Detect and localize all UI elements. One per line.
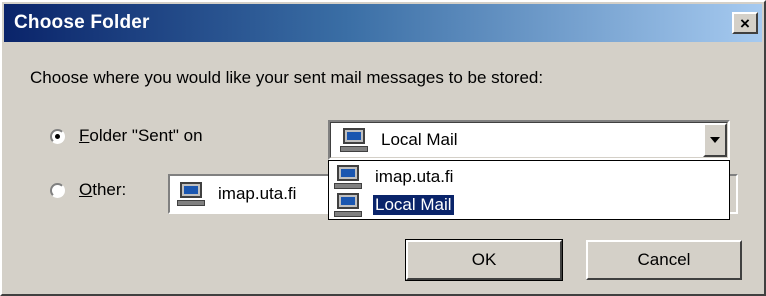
other-folder-field[interactable]: imap.uta.fi <box>168 174 330 214</box>
radio-folder-sent-indicator[interactable] <box>50 128 65 144</box>
title-bar[interactable]: Choose Folder × <box>4 4 762 42</box>
radio-other[interactable]: Other: <box>50 180 126 200</box>
radio-folder-sent[interactable]: Folder "Sent" on <box>50 126 203 146</box>
cancel-button[interactable]: Cancel <box>586 240 742 280</box>
dropdown-button[interactable] <box>703 123 727 157</box>
computer-icon <box>333 164 363 190</box>
window-title: Choose Folder <box>14 12 150 33</box>
other-folder-value: imap.uta.fi <box>218 184 297 203</box>
dropdown-list[interactable]: imap.uta.fi Local Mail <box>328 160 730 220</box>
prompt-text: Choose where you would like your sent ma… <box>30 68 544 87</box>
close-button[interactable]: × <box>732 12 758 34</box>
computer-icon <box>176 181 206 207</box>
radio-other-indicator[interactable] <box>50 182 65 198</box>
combo-selected-value: Local Mail <box>381 130 458 149</box>
folder-account-combo[interactable]: Local Mail <box>328 120 730 160</box>
computer-icon <box>339 127 369 153</box>
radio-folder-sent-label: Folder "Sent" on <box>79 126 203 145</box>
computer-icon <box>333 192 363 218</box>
list-item-selected[interactable]: Local Mail <box>333 191 454 219</box>
list-item[interactable]: imap.uta.fi <box>333 163 455 191</box>
chevron-down-icon <box>710 137 720 143</box>
other-field-edge <box>730 174 738 214</box>
close-icon: × <box>740 13 750 33</box>
list-item-label: imap.uta.fi <box>375 167 454 186</box>
radio-other-label: Other: <box>79 180 127 199</box>
choose-folder-dialog: Choose Folder × Choose where you would l… <box>0 0 766 296</box>
list-item-label: Local Mail <box>373 195 454 215</box>
ok-button[interactable]: OK <box>405 239 563 281</box>
